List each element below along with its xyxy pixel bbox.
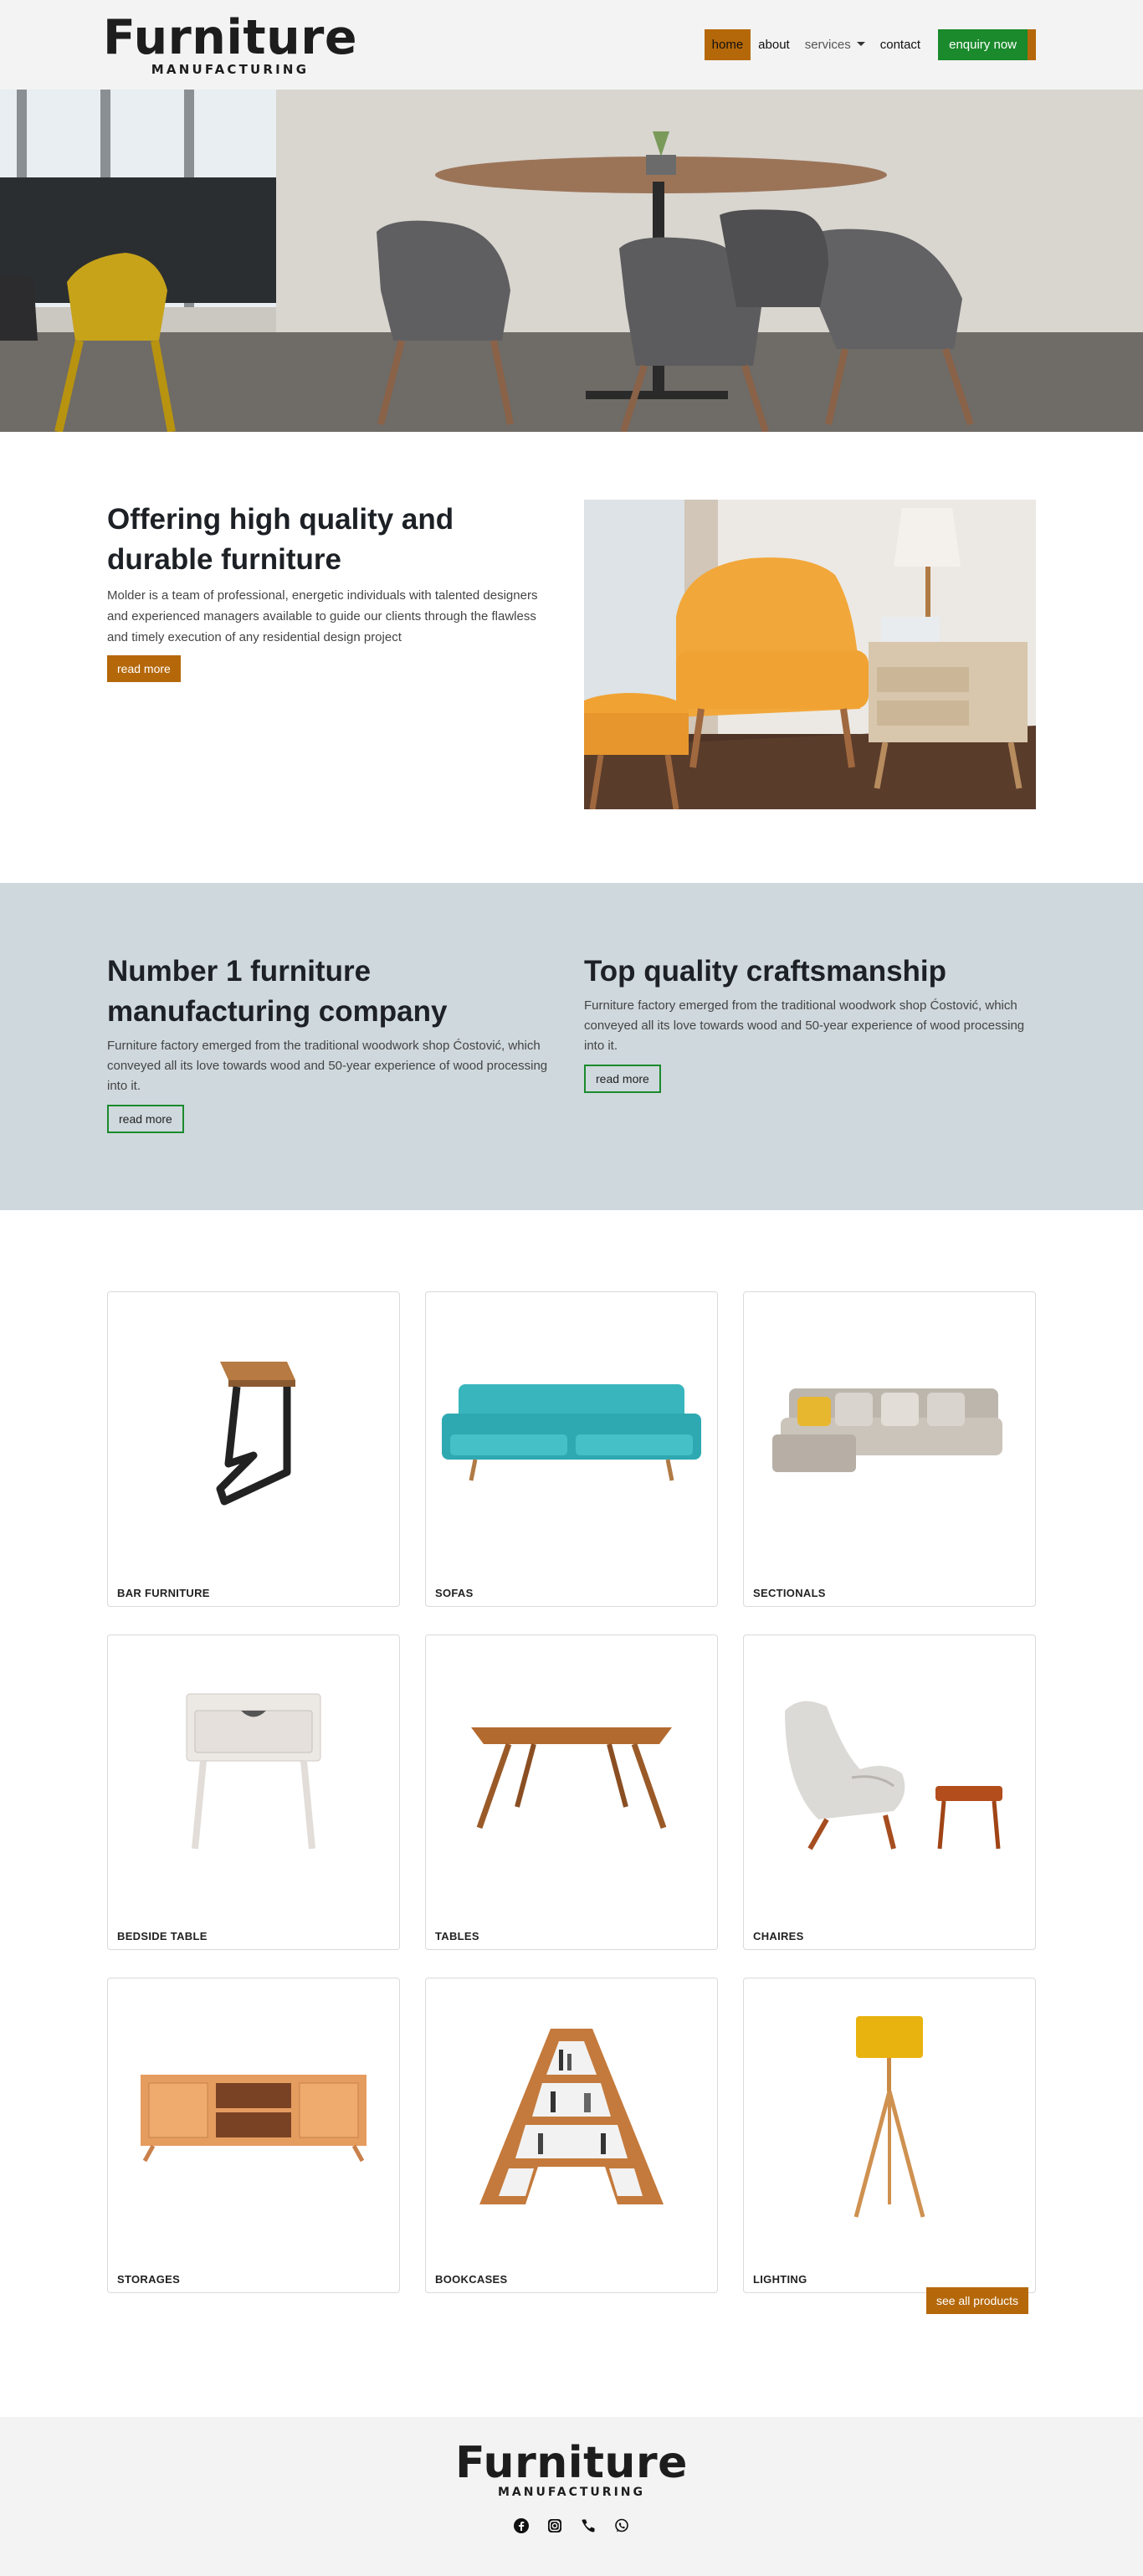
feature-description: Furniture factory emerged from the tradi… xyxy=(107,1039,548,1093)
nav-home[interactable]: home xyxy=(704,29,751,60)
product-label: STORAGES xyxy=(117,2273,181,2286)
sofa-image xyxy=(442,1384,701,1481)
product-label: BEDSIDE TABLE xyxy=(117,1930,208,1942)
nav-services-label: services xyxy=(804,38,851,52)
nav-about[interactable]: about xyxy=(751,29,797,60)
about-read-more-button[interactable]: read more xyxy=(107,655,181,682)
about-title: Offering high quality and durable furnit… xyxy=(107,503,454,576)
feature-title: Number 1 furniture manufacturing company xyxy=(107,955,448,1028)
feature-description: Furniture factory emerged from the tradi… xyxy=(584,998,1025,1053)
table-image xyxy=(471,1727,672,1829)
feature-card: Top quality craftsmanship Furniture fact… xyxy=(584,952,1036,1133)
nav-services-dropdown[interactable]: services xyxy=(797,29,873,60)
product-card-bedside-table[interactable]: BEDSIDE TABLE xyxy=(107,1634,400,1950)
product-label: CHAIRES xyxy=(753,1930,804,1942)
product-card-sofas[interactable]: SOFAS xyxy=(425,1291,718,1607)
product-label: LIGHTING xyxy=(753,2273,807,2286)
sectional-image xyxy=(772,1388,1002,1472)
product-card-bar-furniture[interactable]: BAR FURNITURE xyxy=(107,1291,400,1607)
site-footer: Furniture MANUFACTURING xyxy=(0,2417,1143,2576)
floor-lamp-image xyxy=(853,2016,925,2218)
whatsapp-icon[interactable] xyxy=(613,2517,630,2534)
product-label: SECTIONALS xyxy=(753,1587,826,1599)
see-all-products-button[interactable]: see all products xyxy=(925,2287,1028,2314)
footer-logo-title: Furniture xyxy=(455,2438,688,2488)
product-card-bookcases[interactable]: BOOKCASES xyxy=(425,1978,718,2293)
armchair-photo xyxy=(584,500,1036,809)
nav-contact[interactable]: contact xyxy=(873,29,928,60)
products-section: BAR FURNITURE SOFAS SECTIONALS BEDSIDE T… xyxy=(0,1210,1143,2417)
product-card-storages[interactable]: STORAGES xyxy=(107,1978,400,2293)
features-band: Number 1 furniture manufacturing company… xyxy=(0,883,1143,1210)
product-label: BOOKCASES xyxy=(435,2273,508,2286)
product-card-tables[interactable]: TABLES xyxy=(425,1634,718,1950)
product-card-chaires[interactable]: CHAIRES xyxy=(743,1634,1036,1950)
product-label: SOFAS xyxy=(435,1587,474,1599)
product-card-lighting[interactable]: LIGHTING xyxy=(743,1978,1036,2293)
social-links xyxy=(513,2517,630,2534)
site-logo[interactable]: Furniture MANUFACTURING xyxy=(103,13,357,77)
armchair-ottoman-image xyxy=(785,1701,1002,1850)
enquiry-button[interactable]: enquiry now xyxy=(938,29,1036,60)
product-grid: BAR FURNITURE SOFAS SECTIONALS BEDSIDE T… xyxy=(107,1291,1036,2293)
phone-icon[interactable] xyxy=(580,2517,597,2534)
feature-title: Top quality craftsmanship xyxy=(584,955,947,988)
feature-card: Number 1 furniture manufacturing company… xyxy=(107,952,559,1133)
bookcase-image xyxy=(479,2029,664,2204)
logo-tagline: MANUFACTURING xyxy=(151,61,310,77)
hero-image xyxy=(0,90,1143,432)
site-header: Furniture MANUFACTURING home about servi… xyxy=(0,0,1143,90)
product-label: TABLES xyxy=(435,1930,479,1942)
instagram-icon[interactable] xyxy=(546,2517,563,2534)
storage-cabinet-image xyxy=(141,2075,366,2163)
bedside-table-image xyxy=(186,1693,321,1850)
about-text: Offering high quality and durable furnit… xyxy=(107,500,551,809)
caret-down-icon xyxy=(856,42,865,46)
bar-stool-image xyxy=(216,1362,295,1506)
logo-title: Furniture xyxy=(103,9,358,65)
footer-logo-tagline: MANUFACTURING xyxy=(497,2486,646,2499)
feature-read-more-button[interactable]: read more xyxy=(107,1105,184,1133)
facebook-icon[interactable] xyxy=(513,2517,530,2534)
main-nav: home about services contact enquiry now xyxy=(704,29,1036,60)
footer-logo[interactable]: Furniture MANUFACTURING xyxy=(448,2440,695,2499)
armchair-illustration xyxy=(584,500,1036,809)
hero-dining-photo xyxy=(0,90,1143,432)
product-label: BAR FURNITURE xyxy=(117,1587,210,1599)
about-section: Offering high quality and durable furnit… xyxy=(0,432,1143,883)
feature-read-more-button[interactable]: read more xyxy=(584,1065,661,1093)
product-card-sectionals[interactable]: SECTIONALS xyxy=(743,1291,1036,1607)
about-description: Molder is a team of professional, energe… xyxy=(107,588,538,644)
